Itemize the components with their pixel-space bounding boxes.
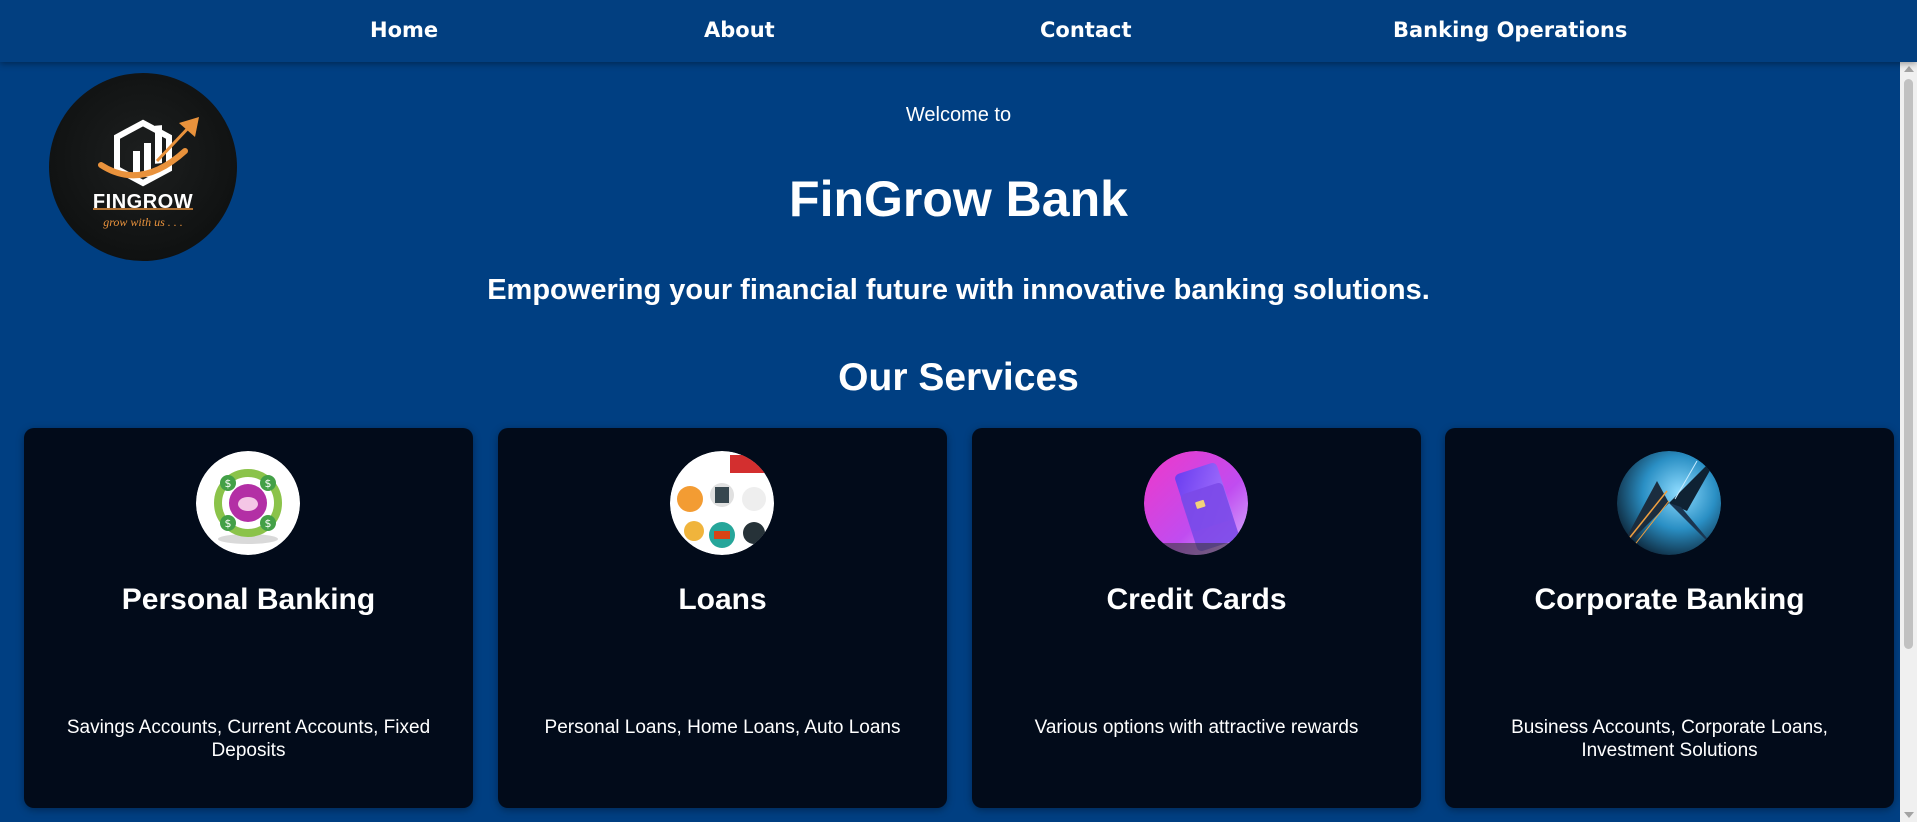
page-title: FinGrow Bank	[789, 171, 1128, 227]
card-description: Various options with attractive rewards	[1034, 717, 1359, 738]
service-card-loans: Loans Personal Loans, Home Loans, Auto L…	[498, 428, 947, 808]
svg-text:$: $	[225, 517, 232, 530]
nav-home-link[interactable]: Home	[370, 18, 438, 42]
service-card-corporate-banking: Corporate Banking Business Accounts, Cor…	[1445, 428, 1894, 808]
hero-tagline: Empowering your financial future with in…	[487, 274, 1430, 306]
skyscraper-icon	[1617, 451, 1721, 555]
scroll-down-arrow-icon[interactable]	[1904, 812, 1914, 818]
services-heading: Our Services	[838, 356, 1079, 399]
card-description: Business Accounts, Corporate Loans, Inve…	[1511, 717, 1828, 761]
card-title: Corporate Banking	[1534, 583, 1805, 616]
card-description: Savings Accounts, Current Accounts, Fixe…	[66, 717, 431, 761]
service-card-personal-banking: $ $ $ $ Personal Banking Savings Account…	[24, 428, 473, 808]
scrollbar-thumb[interactable]	[1904, 79, 1913, 649]
fingrow-logo: FINGROW grow with us . . .	[49, 73, 237, 261]
piggy-bank-icon: $ $ $ $	[196, 451, 300, 555]
nav-contact-link[interactable]: Contact	[1040, 18, 1132, 42]
service-card-credit-cards: Credit Cards Various options with attrac…	[972, 428, 1421, 808]
nav-banking-operations-link[interactable]: Banking Operations	[1393, 18, 1627, 42]
card-title: Personal Banking	[121, 583, 376, 616]
card-title: Loans	[678, 583, 767, 616]
nav-about-link[interactable]: About	[704, 18, 775, 42]
top-navbar: Home About Contact Banking Operations	[0, 0, 1917, 62]
vertical-scrollbar[interactable]	[1900, 62, 1917, 822]
svg-text:$: $	[225, 477, 232, 490]
card-title: Credit Cards	[1106, 583, 1287, 616]
scroll-up-arrow-icon[interactable]	[1904, 66, 1914, 72]
card-description: Personal Loans, Home Loans, Auto Loans	[544, 717, 901, 738]
svg-text:$: $	[265, 517, 272, 530]
loans-collage-icon	[670, 451, 774, 555]
welcome-text: Welcome to	[905, 104, 1012, 126]
svg-text:$: $	[265, 477, 272, 490]
credit-cards-icon	[1144, 451, 1248, 555]
chart-growth-icon	[93, 117, 199, 210]
